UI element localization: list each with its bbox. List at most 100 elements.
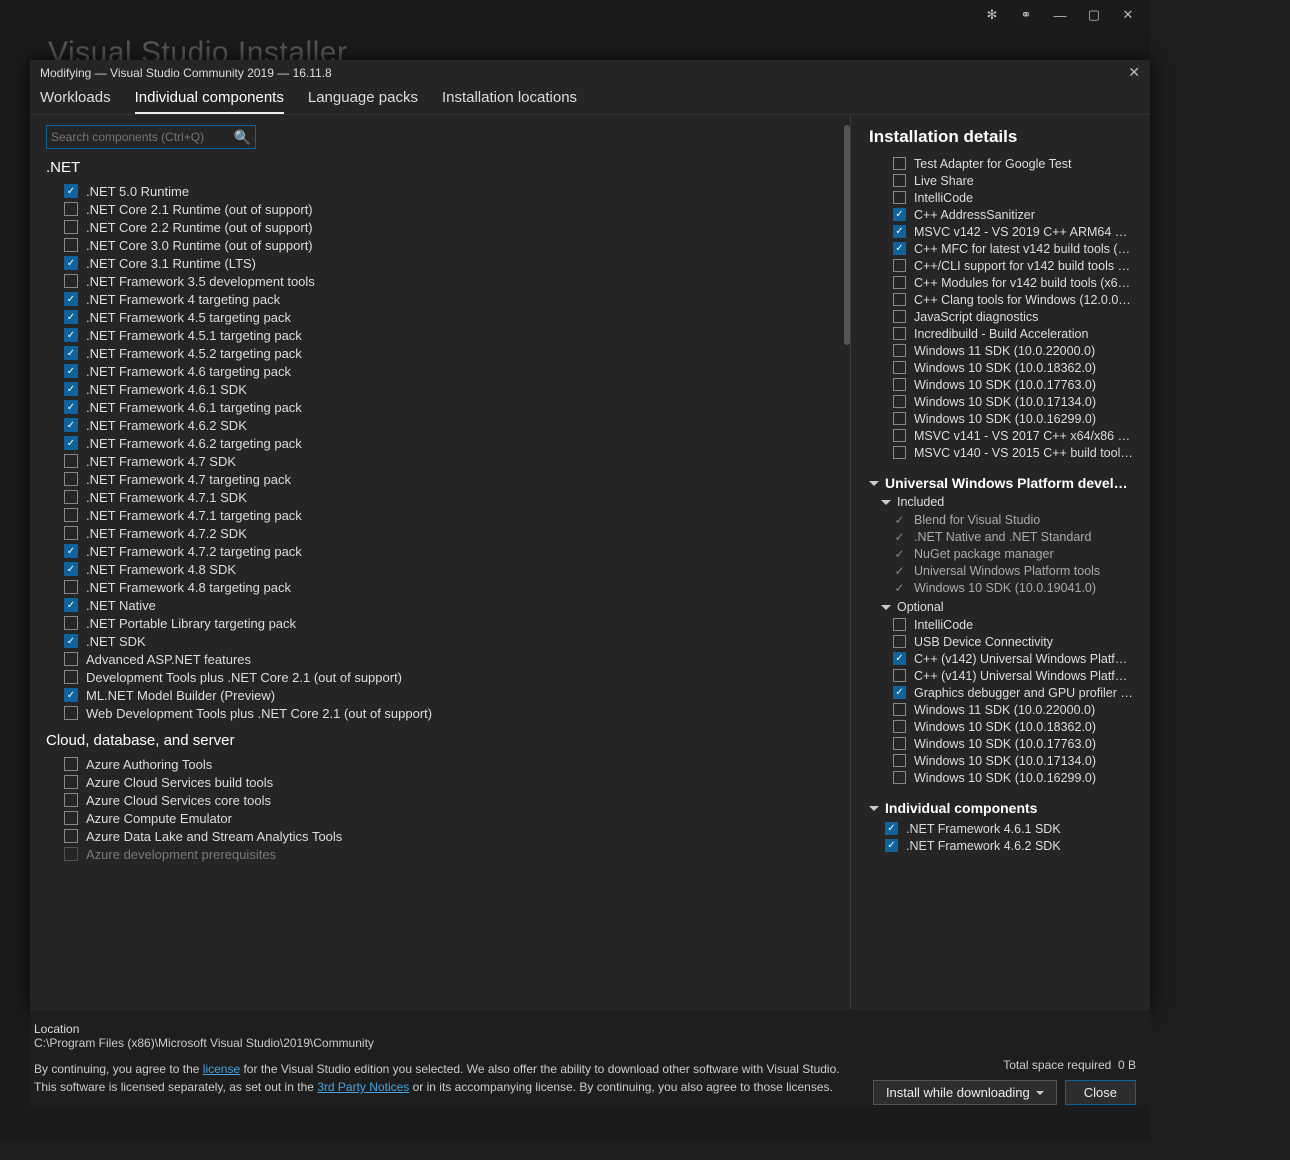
component-item[interactable]: ✓.NET Framework 4.5.1 targeting pack: [64, 326, 850, 344]
modal-close-icon[interactable]: ✕: [1128, 64, 1140, 81]
close-button[interactable]: Close: [1065, 1080, 1136, 1105]
checkbox[interactable]: [893, 276, 906, 289]
component-item[interactable]: .NET Framework 4.7.1 SDK: [64, 488, 850, 506]
component-item[interactable]: ✓.NET SDK: [64, 632, 850, 650]
checkbox[interactable]: [64, 526, 78, 540]
detail-item[interactable]: MSVC v141 - VS 2017 C++ x64/x86 build t.…: [893, 427, 1142, 444]
detail-item[interactable]: C++/CLI support for v142 build tools (La…: [893, 257, 1142, 274]
search-box[interactable]: 🔍: [46, 125, 256, 149]
checkbox[interactable]: [64, 847, 78, 861]
checkbox[interactable]: [893, 310, 906, 323]
component-item[interactable]: Web Development Tools plus .NET Core 2.1…: [64, 704, 850, 722]
checkbox[interactable]: [64, 670, 78, 684]
detail-item[interactable]: Test Adapter for Google Test: [893, 155, 1142, 172]
detail-item[interactable]: C++ Clang tools for Windows (12.0.0 - x6…: [893, 291, 1142, 308]
checkbox[interactable]: ✓: [893, 225, 906, 238]
component-item[interactable]: ✓.NET Framework 4.5 targeting pack: [64, 308, 850, 326]
component-item[interactable]: Azure Authoring Tools: [64, 755, 850, 773]
detail-item[interactable]: ✓MSVC v142 - VS 2019 C++ ARM64 build t..…: [893, 223, 1142, 240]
component-item[interactable]: .NET Framework 4.7 targeting pack: [64, 470, 850, 488]
checkbox[interactable]: ✓: [64, 436, 78, 450]
checkbox[interactable]: [64, 580, 78, 594]
optional-item[interactable]: USB Device Connectivity: [893, 633, 1142, 650]
component-item[interactable]: .NET Framework 4.7 SDK: [64, 452, 850, 470]
checkbox[interactable]: [893, 293, 906, 306]
detail-item[interactable]: Windows 10 SDK (10.0.17134.0): [893, 393, 1142, 410]
checkbox[interactable]: ✓: [64, 328, 78, 342]
checkbox[interactable]: ✓: [893, 208, 906, 221]
component-item[interactable]: Azure Cloud Services build tools: [64, 773, 850, 791]
component-item[interactable]: .NET Portable Library targeting pack: [64, 614, 850, 632]
optional-item[interactable]: IntelliCode: [893, 616, 1142, 633]
individual-group-header[interactable]: Individual components: [869, 800, 1142, 816]
checkbox[interactable]: ✓: [64, 598, 78, 612]
checkbox[interactable]: [893, 174, 906, 187]
checkbox[interactable]: ✓: [64, 364, 78, 378]
checkbox[interactable]: ✓: [64, 688, 78, 702]
component-item[interactable]: ✓ML.NET Model Builder (Preview): [64, 686, 850, 704]
checkbox[interactable]: [893, 754, 906, 767]
optional-item[interactable]: C++ (v141) Universal Windows Platform to…: [893, 667, 1142, 684]
checkbox[interactable]: ✓: [64, 256, 78, 270]
checkbox[interactable]: [893, 378, 906, 391]
component-item[interactable]: .NET Framework 4.7.2 SDK: [64, 524, 850, 542]
close-icon[interactable]: ✕: [1120, 7, 1136, 23]
component-item[interactable]: ✓.NET Core 3.1 Runtime (LTS): [64, 254, 850, 272]
component-item[interactable]: ✓.NET Framework 4.6.1 targeting pack: [64, 398, 850, 416]
detail-item[interactable]: ✓C++ MFC for latest v142 build tools (x8…: [893, 240, 1142, 257]
component-item[interactable]: .NET Core 2.2 Runtime (out of support): [64, 218, 850, 236]
checkbox[interactable]: [64, 811, 78, 825]
checkbox[interactable]: [64, 616, 78, 630]
detail-item[interactable]: Windows 10 SDK (10.0.17763.0): [893, 376, 1142, 393]
checkbox[interactable]: ✓: [64, 292, 78, 306]
checkbox[interactable]: [64, 454, 78, 468]
checkbox[interactable]: [64, 220, 78, 234]
component-item[interactable]: ✓.NET 5.0 Runtime: [64, 182, 850, 200]
component-item[interactable]: Azure Data Lake and Stream Analytics Too…: [64, 827, 850, 845]
checkbox[interactable]: [64, 490, 78, 504]
checkbox[interactable]: [64, 757, 78, 771]
checkbox[interactable]: ✓: [64, 634, 78, 648]
checkbox[interactable]: [64, 829, 78, 843]
component-item[interactable]: Advanced ASP.NET features: [64, 650, 850, 668]
license-link[interactable]: license: [203, 1062, 240, 1076]
checkbox[interactable]: ✓: [893, 652, 906, 665]
checkbox[interactable]: [893, 191, 906, 204]
individual-item[interactable]: ✓.NET Framework 4.6.1 SDK: [885, 820, 1142, 837]
optional-item[interactable]: ✓Graphics debugger and GPU profiler for …: [893, 684, 1142, 701]
checkbox[interactable]: [893, 259, 906, 272]
checkbox[interactable]: ✓: [885, 839, 898, 852]
checkbox[interactable]: ✓: [64, 418, 78, 432]
maximize-icon[interactable]: ▢: [1086, 7, 1102, 23]
detail-item[interactable]: C++ Modules for v142 build tools (x64/x8…: [893, 274, 1142, 291]
notices-link[interactable]: 3rd Party Notices: [317, 1080, 409, 1094]
detail-item[interactable]: Windows 10 SDK (10.0.18362.0): [893, 359, 1142, 376]
checkbox[interactable]: ✓: [64, 382, 78, 396]
optional-item[interactable]: ✓C++ (v142) Universal Windows Platform t…: [893, 650, 1142, 667]
component-item[interactable]: ✓.NET Framework 4 targeting pack: [64, 290, 850, 308]
checkbox[interactable]: ✓: [64, 346, 78, 360]
component-item[interactable]: ✓.NET Native: [64, 596, 850, 614]
feedback-icon[interactable]: ⚭: [1018, 7, 1034, 23]
checkbox[interactable]: [893, 720, 906, 733]
checkbox[interactable]: [893, 344, 906, 357]
component-item[interactable]: .NET Core 3.0 Runtime (out of support): [64, 236, 850, 254]
optional-item[interactable]: Windows 10 SDK (10.0.17763.0): [893, 735, 1142, 752]
search-icon[interactable]: 🔍: [234, 129, 251, 146]
checkbox[interactable]: [893, 361, 906, 374]
minimize-icon[interactable]: —: [1052, 8, 1068, 23]
checkbox[interactable]: [893, 412, 906, 425]
checkbox[interactable]: [893, 635, 906, 648]
checkbox[interactable]: [893, 446, 906, 459]
tab-individual-components[interactable]: Individual components: [135, 85, 284, 114]
checkbox[interactable]: ✓: [893, 242, 906, 255]
individual-item[interactable]: ✓.NET Framework 4.6.2 SDK: [885, 837, 1142, 854]
optional-subheader[interactable]: Optional: [881, 600, 1142, 614]
tab-installation-locations[interactable]: Installation locations: [442, 85, 577, 114]
detail-item[interactable]: Windows 10 SDK (10.0.16299.0): [893, 410, 1142, 427]
detail-item[interactable]: ✓C++ AddressSanitizer: [893, 206, 1142, 223]
detail-item[interactable]: MSVC v140 - VS 2015 C++ build tools (v1.…: [893, 444, 1142, 461]
optional-item[interactable]: Windows 11 SDK (10.0.22000.0): [893, 701, 1142, 718]
checkbox[interactable]: [64, 775, 78, 789]
checkbox[interactable]: ✓: [64, 562, 78, 576]
